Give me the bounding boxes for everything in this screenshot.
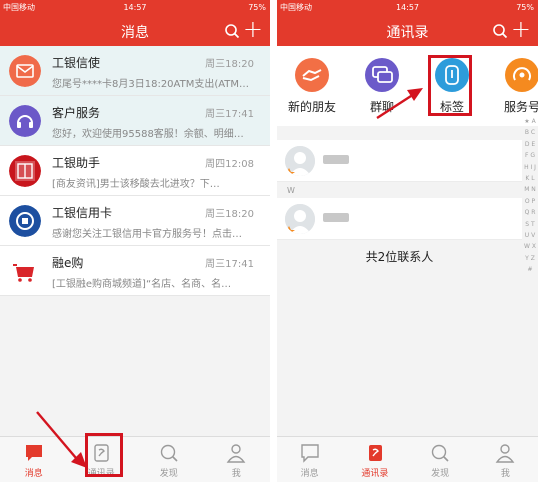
- annotation-arrow-icon: [36, 411, 87, 468]
- messages-screen: 中国移动 14:57 75% 消息 + 工银信使 周三18:20 您尾号****…: [0, 0, 270, 482]
- annotation-arrow-icon: [376, 88, 423, 120]
- contacts-screen: 中国移动 14:57 75% 通讯录 + 新的朋友 群聊 标签 服务号 W 共2…: [277, 0, 538, 482]
